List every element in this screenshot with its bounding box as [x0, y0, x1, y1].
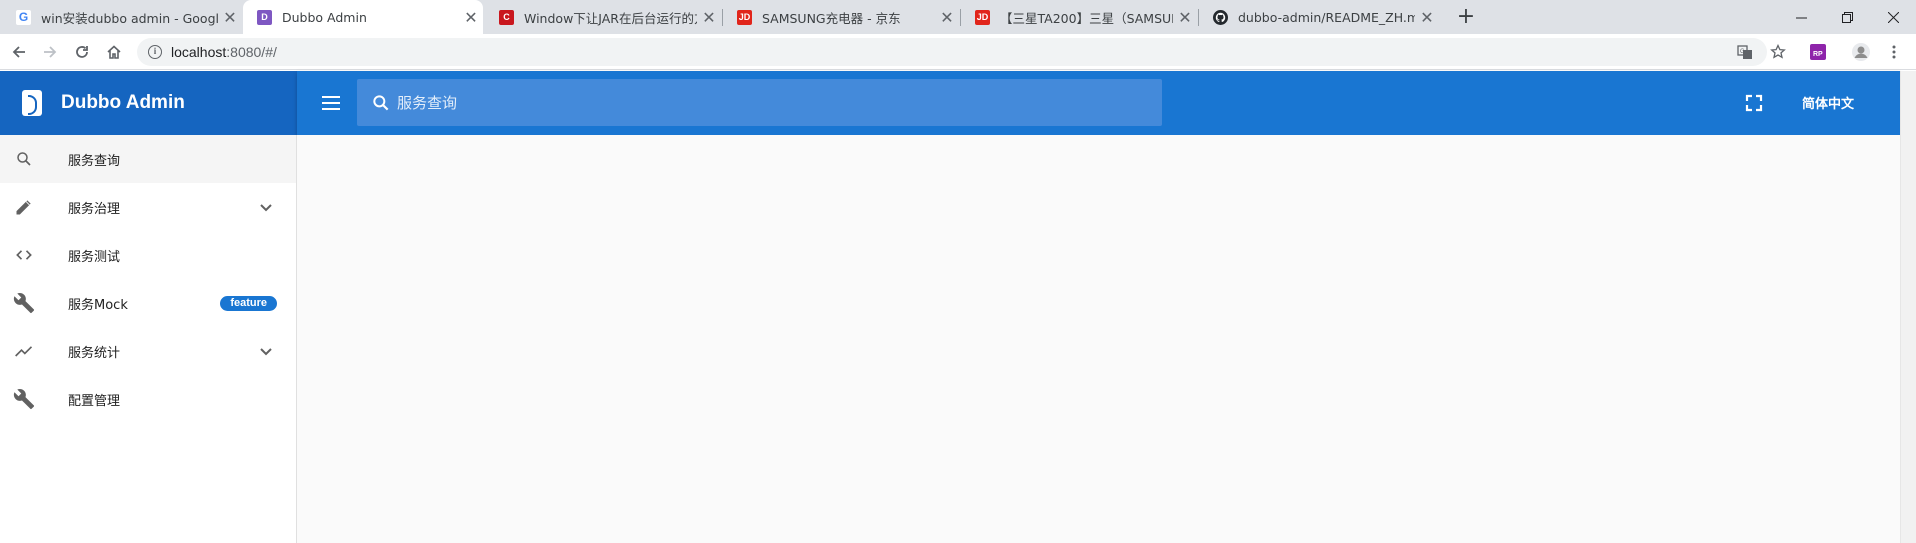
sidebar-item-config-management[interactable]: 配置管理	[0, 375, 296, 423]
browser-tab-strip: G win安装dubbo admin - Google ✕ D Dubbo Ad…	[0, 0, 1916, 34]
google-icon: G	[16, 9, 31, 25]
close-window-button[interactable]	[1870, 0, 1916, 34]
browser-tab[interactable]: G win安装dubbo admin - Google ✕	[2, 0, 242, 34]
restore-button[interactable]	[1824, 0, 1870, 34]
page-scrollbar[interactable]	[1900, 71, 1916, 543]
browser-tab[interactable]: JD SAMSUNG充电器 - 京东 ✕	[723, 0, 959, 34]
url-path: :8080/#/	[226, 44, 277, 60]
csdn-icon: C	[499, 9, 514, 25]
close-icon[interactable]: ✕	[697, 8, 721, 27]
reload-button[interactable]	[68, 38, 96, 66]
sidebar-item-service-test[interactable]: 服务测试	[0, 231, 296, 279]
info-icon[interactable]: i	[148, 45, 162, 59]
browser-menu-icon[interactable]	[1882, 40, 1906, 64]
browser-tab-title: win安装dubbo admin - Google	[41, 10, 218, 26]
jd-icon: JD	[975, 9, 990, 25]
main-content-area	[297, 135, 1900, 543]
browser-tab-title: dubbo-admin/README_ZH.m	[1238, 9, 1415, 25]
language-selector[interactable]: 简体中文	[1802, 93, 1854, 112]
sidebar-item-service-governance[interactable]: 服务治理	[0, 183, 296, 231]
close-icon[interactable]: ✕	[935, 8, 959, 27]
sidebar-nav: 服务查询 服务治理 服务测试 服务Mock feature 服务统计 配置管理	[0, 135, 297, 543]
extension-icon[interactable]: RP	[1806, 40, 1830, 64]
home-button[interactable]	[100, 38, 128, 66]
minimize-button[interactable]	[1778, 0, 1824, 34]
reload-icon	[76, 46, 88, 58]
svg-text:G: G	[1740, 49, 1745, 55]
back-button[interactable]	[5, 38, 33, 66]
close-icon[interactable]: ✕	[1173, 8, 1197, 27]
hamburger-menu-icon	[322, 96, 340, 110]
sidebar-item-label: 服务Mock	[68, 297, 128, 313]
browser-tab[interactable]: dubbo-admin/README_ZH.m ✕	[1199, 0, 1439, 34]
forward-button[interactable]	[36, 38, 64, 66]
browser-tab-title: 【三星TA200】三星（SAMSUN	[1000, 10, 1173, 26]
close-icon[interactable]: ✕	[1415, 8, 1439, 27]
sidebar-item-label: 服务统计	[68, 345, 121, 361]
sidebar-item-service-mock[interactable]: 服务Mock feature	[0, 279, 296, 327]
sidebar-item-label: 服务治理	[68, 201, 121, 217]
browser-tab[interactable]: C Window下让JAR在后台运行的方 ✕	[485, 0, 721, 34]
chevron-down-icon[interactable]	[254, 339, 278, 363]
back-arrow-icon	[12, 46, 25, 58]
sidebar-item-service-statistics[interactable]: 服务统计	[0, 327, 296, 375]
search-box[interactable]	[357, 79, 1162, 126]
dubbo-icon: D	[257, 9, 272, 25]
close-icon[interactable]: ✕	[459, 8, 483, 27]
fullscreen-icon	[1745, 94, 1763, 112]
wrench-icon	[12, 387, 36, 411]
address-bar[interactable]: i localhost:8080/#/	[137, 38, 1767, 66]
svg-text:RP: RP	[1813, 51, 1823, 58]
sidebar-item-label: 服务测试	[68, 249, 121, 265]
forward-arrow-icon	[44, 46, 57, 58]
bookmark-star-icon[interactable]	[1766, 40, 1790, 64]
sidebar-item-label: 服务查询	[68, 153, 121, 169]
search-icon	[12, 147, 36, 171]
menu-toggle-button[interactable]	[319, 91, 343, 115]
feature-badge: feature	[220, 295, 277, 311]
browser-tab-active[interactable]: D Dubbo Admin ✕	[243, 0, 483, 34]
sidebar-item-service-search[interactable]: 服务查询	[0, 135, 296, 183]
wrench-icon	[12, 291, 36, 315]
dubbo-admin-app: Dubbo Admin 简体中文 服务查询 服务治理	[0, 71, 1916, 543]
profile-avatar-icon[interactable]	[1849, 40, 1873, 64]
search-input[interactable]	[397, 93, 1097, 112]
pencil-icon	[12, 195, 36, 219]
browser-tab[interactable]: JD 【三星TA200】三星（SAMSUN ✕	[961, 0, 1197, 34]
app-toolbar: 简体中文	[297, 71, 1900, 135]
browser-toolbar: i localhost:8080/#/ G RP	[0, 34, 1916, 70]
trending-up-icon	[12, 339, 36, 363]
brand-header[interactable]: Dubbo Admin	[0, 71, 297, 135]
browser-tab-title: Dubbo Admin	[282, 9, 367, 25]
translate-icon[interactable]: G	[1733, 40, 1757, 64]
new-tab-button[interactable]: +	[1452, 3, 1480, 31]
browser-tab-title: SAMSUNG充电器 - 京东	[762, 10, 901, 26]
close-icon[interactable]: ✕	[218, 8, 242, 27]
jd-icon: JD	[737, 9, 752, 25]
sidebar-item-label: 配置管理	[68, 393, 121, 409]
app-title: Dubbo Admin	[61, 92, 185, 113]
url-host: localhost	[171, 44, 227, 60]
code-icon	[12, 243, 36, 267]
browser-tab-title: Window下让JAR在后台运行的方	[524, 10, 697, 26]
home-icon	[107, 45, 121, 59]
fullscreen-button[interactable]	[1744, 93, 1764, 113]
github-icon	[1213, 9, 1228, 25]
chevron-down-icon[interactable]	[254, 195, 278, 219]
search-icon	[373, 94, 389, 110]
dubbo-logo-icon	[22, 90, 42, 116]
